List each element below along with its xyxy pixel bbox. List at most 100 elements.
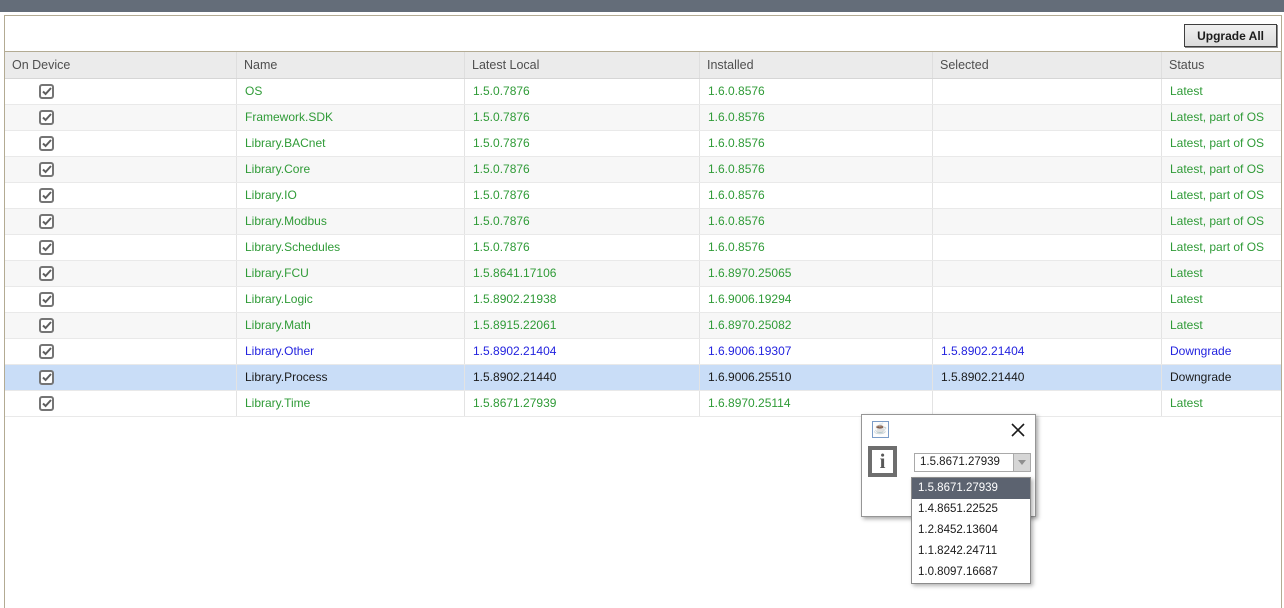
column-header-name[interactable]: Name (237, 52, 465, 78)
status-cell: Latest (1162, 287, 1281, 312)
on-device-cell (5, 339, 237, 364)
on-device-checkbox[interactable] (39, 266, 54, 281)
on-device-checkbox[interactable] (39, 318, 54, 333)
selected-version-cell[interactable] (933, 209, 1162, 234)
package-name-cell: Library.FCU (237, 261, 465, 286)
upgrade-all-button[interactable]: Upgrade All (1184, 24, 1277, 47)
selected-version-cell[interactable] (933, 131, 1162, 156)
table-row[interactable]: Library.Modbus 1.5.0.7876 1.6.0.8576 Lat… (5, 209, 1281, 235)
package-name-cell: Framework.SDK (237, 105, 465, 130)
table-row[interactable]: Library.Time 1.5.8671.27939 1.6.8970.251… (5, 391, 1281, 417)
installed-cell: 1.6.9006.19307 (700, 339, 933, 364)
installed-cell: 1.6.0.8576 (700, 209, 933, 234)
dropdown-option[interactable]: 1.0.8097.16687 (912, 562, 1030, 583)
table-row[interactable]: Framework.SDK 1.5.0.7876 1.6.0.8576 Late… (5, 105, 1281, 131)
on-device-checkbox[interactable] (39, 162, 54, 177)
column-header-installed[interactable]: Installed (700, 52, 933, 78)
dropdown-option[interactable]: 1.1.8242.24711 (912, 541, 1030, 562)
checkmark-icon (42, 191, 52, 200)
status-cell: Latest, part of OS (1162, 157, 1281, 182)
close-icon[interactable] (1009, 421, 1027, 439)
on-device-cell (5, 105, 237, 130)
package-name-cell: Library.Other (237, 339, 465, 364)
selected-version-cell[interactable] (933, 313, 1162, 338)
table-header-row: On Device Name Latest Local Installed Se… (5, 52, 1281, 79)
status-cell: Latest (1162, 261, 1281, 286)
latest-local-cell: 1.5.0.7876 (465, 183, 700, 208)
on-device-cell (5, 209, 237, 234)
dropdown-option[interactable]: 1.5.8671.27939 (912, 478, 1030, 499)
latest-local-cell: 1.5.8902.21440 (465, 365, 700, 390)
table-row[interactable]: Library.BACnet 1.5.0.7876 1.6.0.8576 Lat… (5, 131, 1281, 157)
on-device-checkbox[interactable] (39, 188, 54, 203)
table-row[interactable]: Library.Other 1.5.8902.21404 1.6.9006.19… (5, 339, 1281, 365)
installed-cell: 1.6.9006.25510 (700, 365, 933, 390)
on-device-checkbox[interactable] (39, 344, 54, 359)
selected-version-cell[interactable]: 1.5.8902.21404 (933, 339, 1162, 364)
latest-local-cell: 1.5.0.7876 (465, 157, 700, 182)
table-row[interactable]: OS 1.5.0.7876 1.6.0.8576 Latest (5, 79, 1281, 105)
selected-version-cell[interactable] (933, 261, 1162, 286)
on-device-cell (5, 157, 237, 182)
installed-cell: 1.6.0.8576 (700, 105, 933, 130)
checkmark-icon (42, 87, 52, 96)
table-row-selected[interactable]: Library.Process 1.5.8902.21440 1.6.9006.… (5, 365, 1281, 391)
dropdown-option[interactable]: 1.4.8651.22525 (912, 499, 1030, 520)
on-device-cell (5, 79, 237, 104)
package-name-cell: Library.Schedules (237, 235, 465, 260)
table-row[interactable]: Library.FCU 1.5.8641.17106 1.6.8970.2506… (5, 261, 1281, 287)
latest-local-cell: 1.5.8902.21938 (465, 287, 700, 312)
column-header-status[interactable]: Status (1162, 52, 1281, 78)
combobox-value: 1.5.8671.27939 (915, 454, 1013, 471)
status-cell: Latest, part of OS (1162, 235, 1281, 260)
package-name-cell: Library.Core (237, 157, 465, 182)
on-device-checkbox[interactable] (39, 214, 54, 229)
installed-cell: 1.6.8970.25082 (700, 313, 933, 338)
status-cell: Latest, part of OS (1162, 209, 1281, 234)
on-device-checkbox[interactable] (39, 396, 54, 411)
selected-version-cell[interactable] (933, 157, 1162, 182)
selected-version-cell[interactable] (933, 391, 1162, 416)
column-header-selected[interactable]: Selected (933, 52, 1162, 78)
selected-version-cell[interactable] (933, 183, 1162, 208)
packages-table: On Device Name Latest Local Installed Se… (5, 52, 1281, 417)
column-header-latest-local[interactable]: Latest Local (465, 52, 700, 78)
update-panel: Upgrade All On Device Name Latest Local … (4, 15, 1282, 608)
dropdown-option[interactable]: 1.2.8452.13604 (912, 520, 1030, 541)
selected-version-cell[interactable] (933, 235, 1162, 260)
latest-local-cell: 1.5.0.7876 (465, 235, 700, 260)
selected-version-cell[interactable] (933, 105, 1162, 130)
on-device-checkbox[interactable] (39, 110, 54, 125)
selected-version-cell[interactable] (933, 79, 1162, 104)
on-device-cell (5, 287, 237, 312)
installed-cell: 1.6.0.8576 (700, 79, 933, 104)
on-device-cell (5, 261, 237, 286)
chevron-down-icon[interactable] (1013, 454, 1030, 471)
installed-cell: 1.6.0.8576 (700, 183, 933, 208)
table-row[interactable]: Library.Core 1.5.0.7876 1.6.0.8576 Lates… (5, 157, 1281, 183)
on-device-checkbox[interactable] (39, 136, 54, 151)
on-device-cell (5, 313, 237, 338)
package-name-cell: Library.Modbus (237, 209, 465, 234)
table-row[interactable]: Library.IO 1.5.0.7876 1.6.0.8576 Latest,… (5, 183, 1281, 209)
table-row[interactable]: Library.Schedules 1.5.0.7876 1.6.0.8576 … (5, 235, 1281, 261)
on-device-checkbox[interactable] (39, 370, 54, 385)
on-device-checkbox[interactable] (39, 84, 54, 99)
status-cell: Latest, part of OS (1162, 105, 1281, 130)
table-row[interactable]: Library.Math 1.5.8915.22061 1.6.8970.250… (5, 313, 1281, 339)
selected-version-cell[interactable] (933, 287, 1162, 312)
version-dropdown-list: 1.5.8671.279391.4.8651.225251.2.8452.136… (911, 477, 1031, 584)
java-coffee-icon: ☕ (872, 421, 889, 438)
on-device-checkbox[interactable] (39, 240, 54, 255)
table-row[interactable]: Library.Logic 1.5.8902.21938 1.6.9006.19… (5, 287, 1281, 313)
checkmark-icon (42, 321, 52, 330)
version-combobox[interactable]: 1.5.8671.27939 (914, 453, 1031, 472)
latest-local-cell: 1.5.0.7876 (465, 131, 700, 156)
column-header-on-device[interactable]: On Device (5, 52, 237, 78)
installed-cell: 1.6.0.8576 (700, 131, 933, 156)
on-device-checkbox[interactable] (39, 292, 54, 307)
installed-cell: 1.6.0.8576 (700, 235, 933, 260)
toolbar: Upgrade All (5, 16, 1281, 52)
selected-version-cell[interactable]: 1.5.8902.21440 (933, 365, 1162, 390)
on-device-cell (5, 183, 237, 208)
